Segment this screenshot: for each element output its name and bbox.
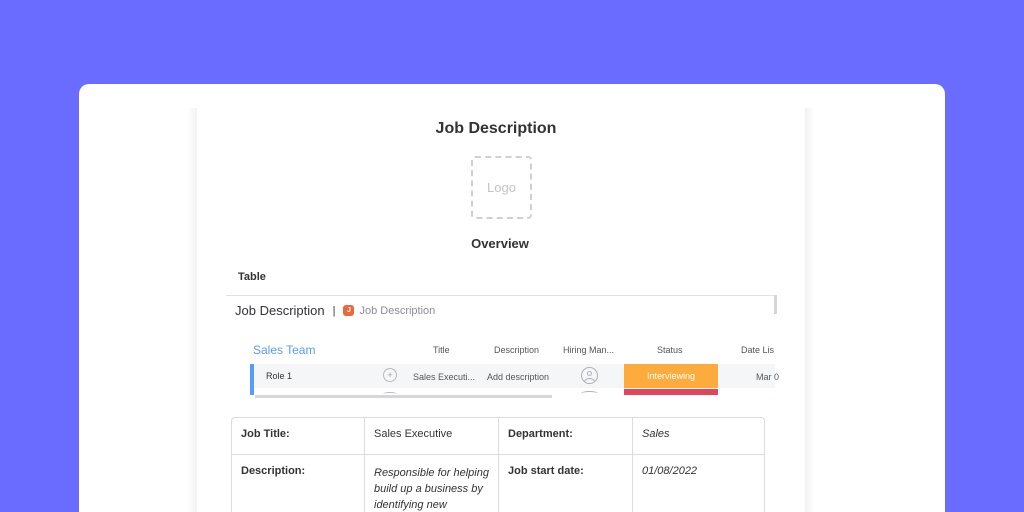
person-avatar-icon-next-row[interactable]: [581, 391, 598, 396]
vertical-scrollbar[interactable]: [774, 295, 777, 314]
column-header-description[interactable]: Description: [494, 345, 539, 355]
table-row: Description: Responsible for helping bui…: [232, 455, 764, 512]
workspace-link[interactable]: Job Description: [359, 305, 435, 317]
group-title[interactable]: Sales Team: [253, 343, 315, 357]
table-label: Table: [238, 271, 266, 283]
header-separator: |: [332, 304, 336, 317]
row-title-cell[interactable]: Sales Executi...: [413, 372, 475, 382]
chat-bubble-plus-icon[interactable]: +: [383, 368, 397, 382]
job-title-value[interactable]: Sales Executive: [365, 418, 499, 455]
person-avatar-icon[interactable]: [581, 367, 598, 384]
workspace-badge-icon: J: [343, 305, 355, 316]
status-badge-next-row[interactable]: [624, 389, 718, 395]
row-date-cell[interactable]: Mar 0: [756, 372, 779, 382]
status-label: Interviewing: [646, 371, 696, 381]
start-date-value[interactable]: 01/08/2022: [633, 455, 764, 512]
horizontal-scrollbar[interactable]: [255, 395, 552, 398]
row-description-cell[interactable]: Add description: [487, 372, 549, 382]
column-header-status[interactable]: Status: [657, 345, 683, 355]
row-name[interactable]: Role 1: [266, 371, 292, 381]
start-date-label: Job start date:: [499, 455, 633, 512]
status-badge[interactable]: Interviewing: [624, 364, 718, 388]
department-label: Department:: [499, 418, 633, 455]
logo-placeholder-label: Logo: [487, 180, 516, 195]
overview-heading: Overview: [471, 236, 529, 251]
document-title: Job Description: [435, 120, 557, 137]
group-color-bar: [250, 364, 254, 395]
table-row: Job Title: Sales Executive Department: S…: [232, 418, 764, 455]
job-title-label: Job Title:: [232, 418, 365, 455]
document-card: Job Description Logo Overview Table Job …: [79, 84, 945, 512]
column-header-hiring-manager[interactable]: Hiring Man...: [563, 345, 614, 355]
job-info-table: Job Title: Sales Executive Department: S…: [231, 417, 765, 512]
divider: [226, 295, 776, 296]
page-shadow-left: [187, 108, 197, 512]
board-title: Job Description: [235, 303, 325, 318]
logo-placeholder[interactable]: Logo: [471, 156, 532, 219]
column-header-title[interactable]: Title: [433, 345, 450, 355]
department-value[interactable]: Sales: [633, 418, 764, 455]
page-shadow-right: [805, 108, 815, 512]
description-value[interactable]: Responsible for helping build up a busin…: [365, 455, 499, 512]
column-header-date-listed[interactable]: Date Lis: [741, 345, 774, 355]
board-header: Job Description | J Job Description: [235, 303, 435, 318]
description-label: Description:: [232, 455, 365, 512]
